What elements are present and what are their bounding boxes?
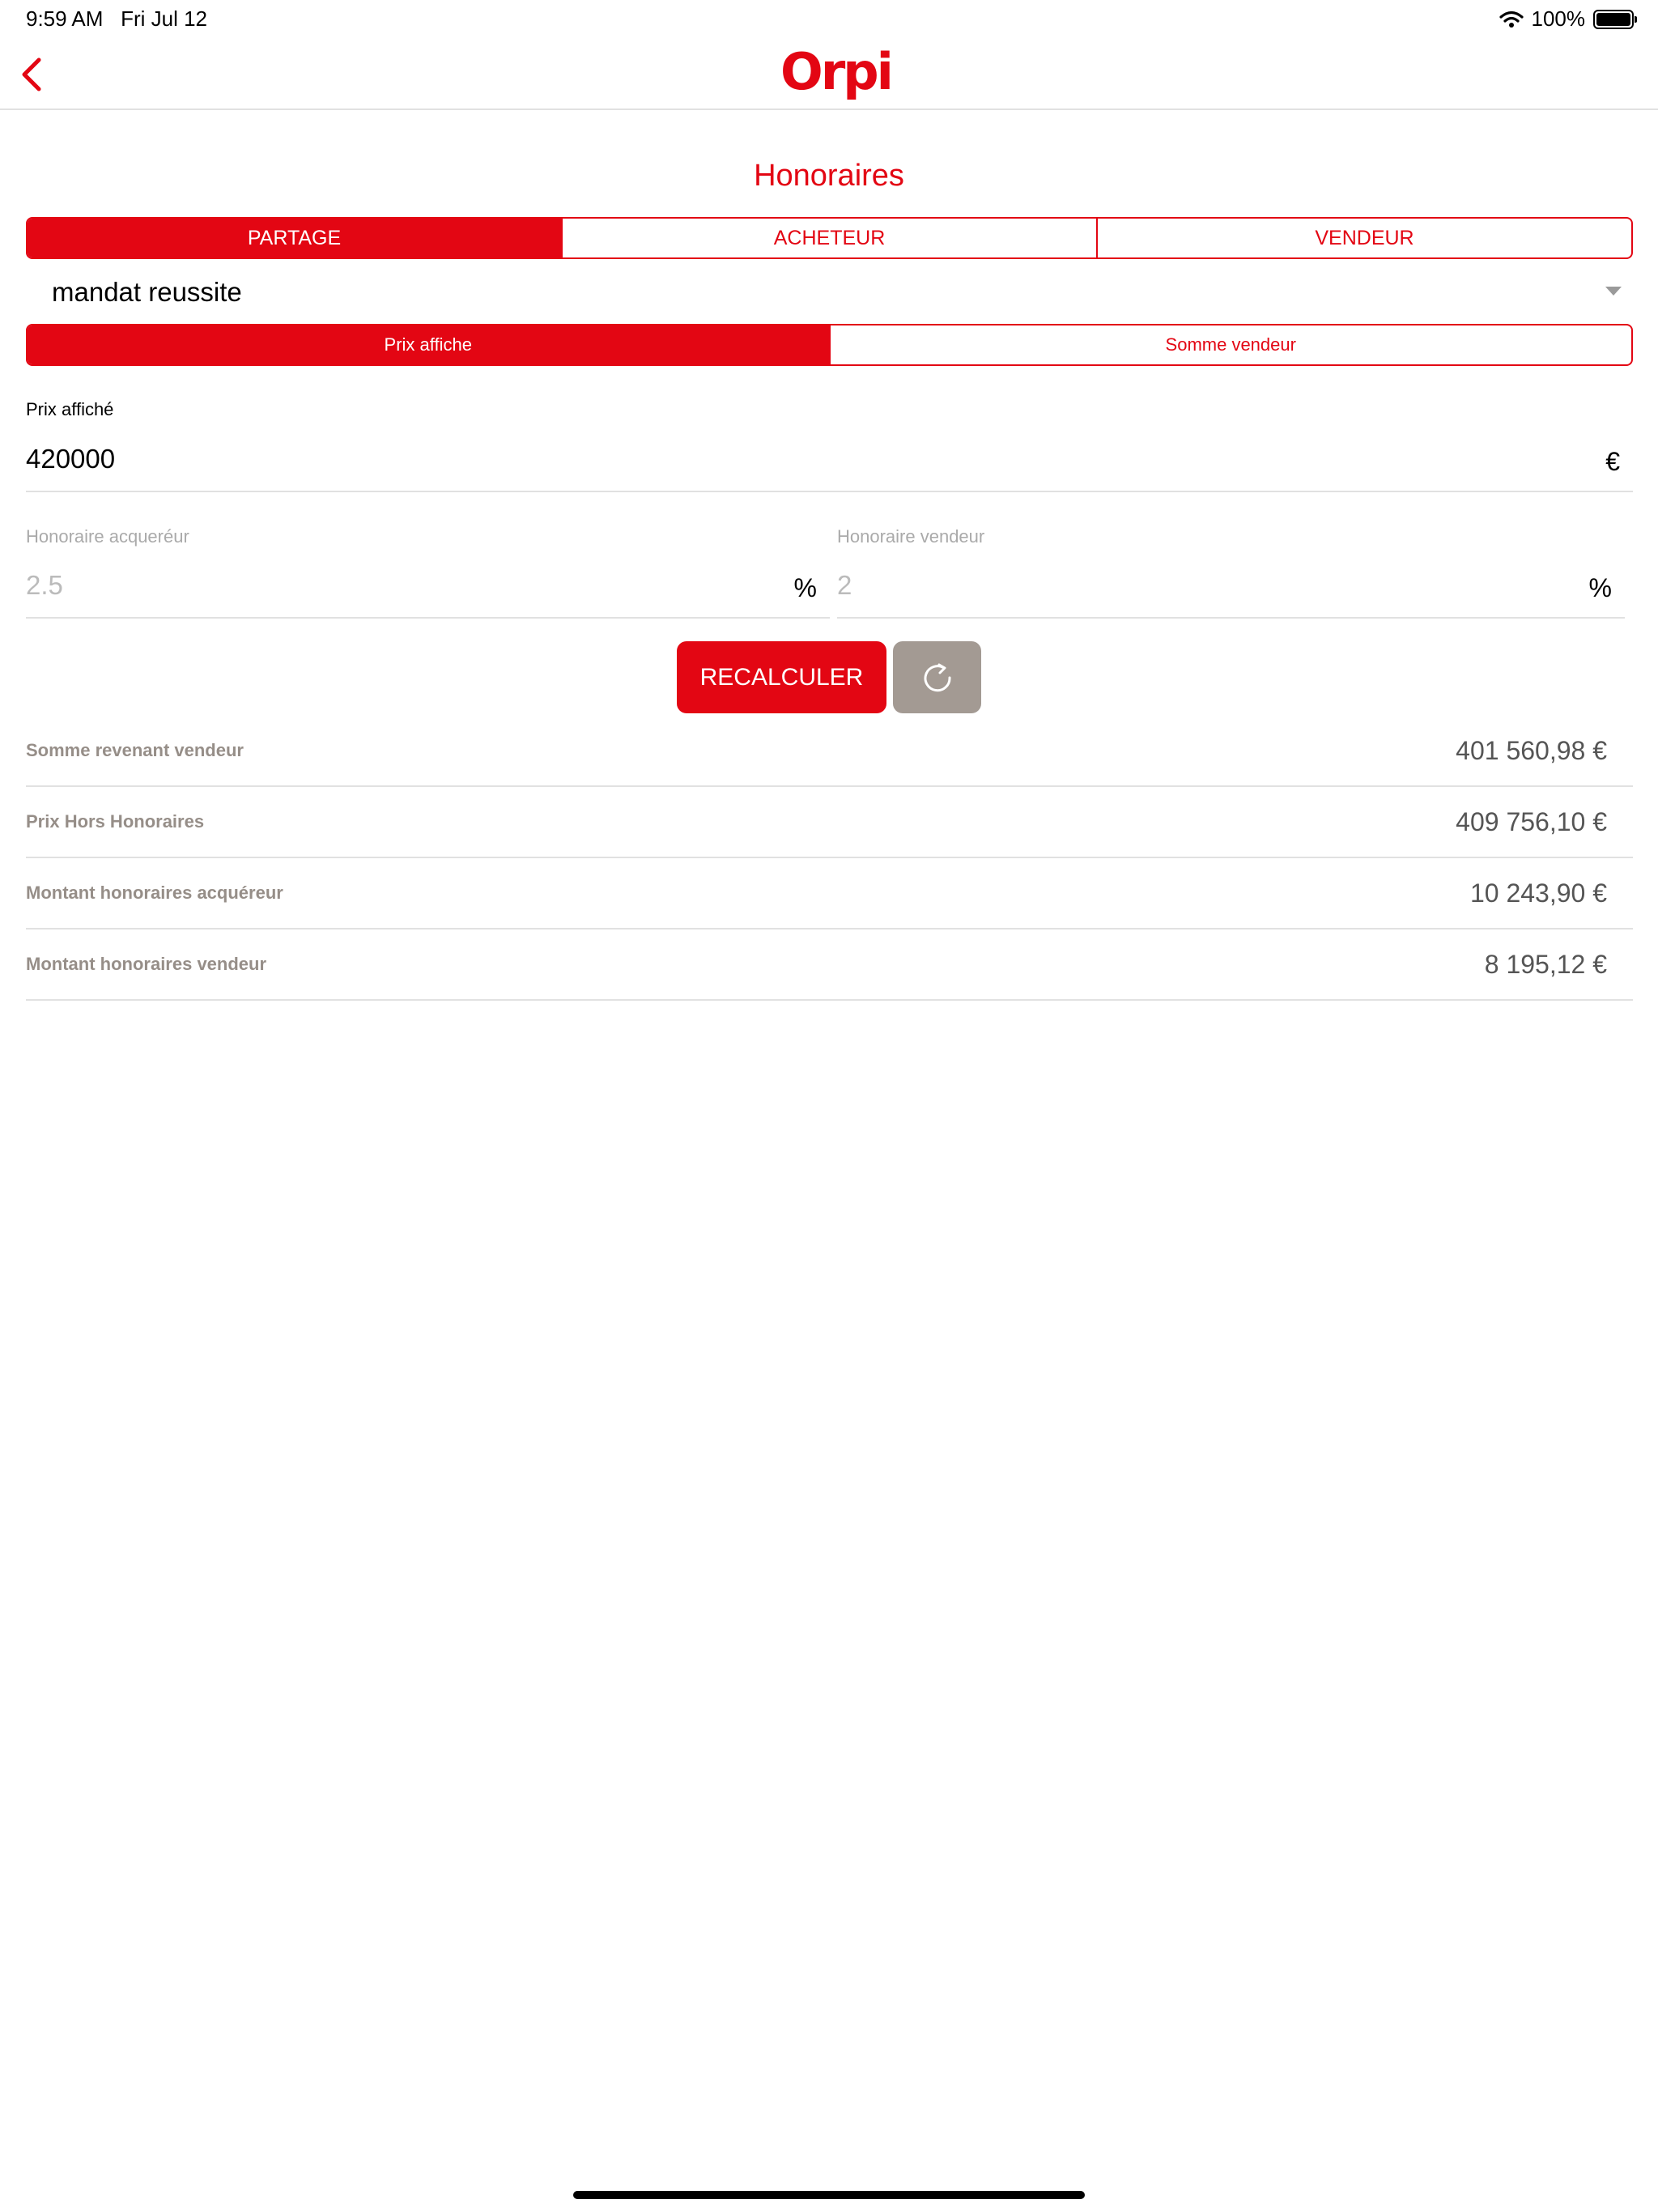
battery-level <box>1596 12 1630 26</box>
honoraire-vendeur-placeholder: 2 <box>837 570 852 600</box>
prix-affiche-input[interactable]: 420000 € <box>26 429 1633 492</box>
status-indicators: 100% <box>1499 6 1637 32</box>
segment-prix-affiche[interactable]: Prix affiche <box>28 325 829 364</box>
result-row: Montant honoraires vendeur 8 195,12 € <box>26 929 1633 1001</box>
result-row: Montant honoraires acquéreur 10 243,90 € <box>26 858 1633 929</box>
result-label: Prix Hors Honoraires <box>26 811 205 832</box>
battery-percent: 100% <box>1531 6 1586 31</box>
back-button[interactable] <box>11 50 57 99</box>
honoraire-vendeur-label: Honoraire vendeur <box>837 526 985 547</box>
fee-type-segmented-control: PARTAGE ACHETEUR VENDEUR <box>26 217 1633 259</box>
result-value: 409 756,10 € <box>1456 807 1607 836</box>
result-label: Montant honoraires acquéreur <box>26 883 283 903</box>
result-value: 10 243,90 € <box>1469 878 1607 908</box>
segment-vendeur[interactable]: VENDEUR <box>1096 219 1631 257</box>
honoraire-acquereur-placeholder: 2.5 <box>26 570 63 600</box>
segment-partage[interactable]: PARTAGE <box>28 219 561 257</box>
status-time: 9:59 AM Fri Jul 12 <box>26 6 207 32</box>
honoraire-acquereur-input[interactable]: 2.5 % <box>26 555 830 619</box>
result-value: 8 195,12 € <box>1484 950 1607 979</box>
euro-unit: € <box>1605 447 1620 476</box>
recalculer-button[interactable]: RECALCULER <box>677 641 886 713</box>
honoraire-vendeur-input[interactable]: 2 % <box>837 555 1625 619</box>
result-label: Montant honoraires vendeur <box>26 954 267 974</box>
status-bar: 9:59 AM Fri Jul 12 100% <box>0 0 1658 39</box>
reset-button[interactable] <box>893 641 981 713</box>
price-mode-segmented-control: Prix affiche Somme vendeur <box>26 324 1633 366</box>
home-indicator[interactable] <box>573 2191 1085 2199</box>
wifi-icon <box>1499 11 1524 28</box>
refresh-icon <box>924 663 951 691</box>
percent-unit-acquereur: % <box>793 573 817 602</box>
percent-unit-vendeur: % <box>1588 573 1612 602</box>
result-value: 401 560,98 € <box>1456 736 1607 765</box>
prix-affiche-label: Prix affiché <box>26 399 114 419</box>
results-list: Somme revenant vendeur 401 560,98 € Prix… <box>26 716 1633 1001</box>
caret-down-icon <box>1605 287 1622 296</box>
segment-acheteur[interactable]: ACHETEUR <box>561 219 1096 257</box>
honoraire-acquereur-label: Honoraire acqueréur <box>26 526 189 547</box>
orpi-logo: Orpi <box>780 42 894 101</box>
time-label: 9:59 AM <box>26 6 104 31</box>
prix-affiche-value: 420000 <box>26 444 116 474</box>
result-label: Somme revenant vendeur <box>26 740 244 760</box>
mandat-dropdown[interactable]: mandat reussite <box>52 272 1633 313</box>
date-label: Fri Jul 12 <box>121 6 207 31</box>
result-row: Prix Hors Honoraires 409 756,10 € <box>26 787 1633 858</box>
mandat-selected-value: mandat reussite <box>52 277 242 307</box>
segment-somme-vendeur[interactable]: Somme vendeur <box>828 325 1632 364</box>
navigation-bar: Orpi <box>0 39 1658 110</box>
result-row: Somme revenant vendeur 401 560,98 € <box>26 716 1633 787</box>
page-title: Honoraires <box>754 159 904 193</box>
chevron-left-icon <box>22 57 41 91</box>
battery-icon <box>1593 9 1637 29</box>
